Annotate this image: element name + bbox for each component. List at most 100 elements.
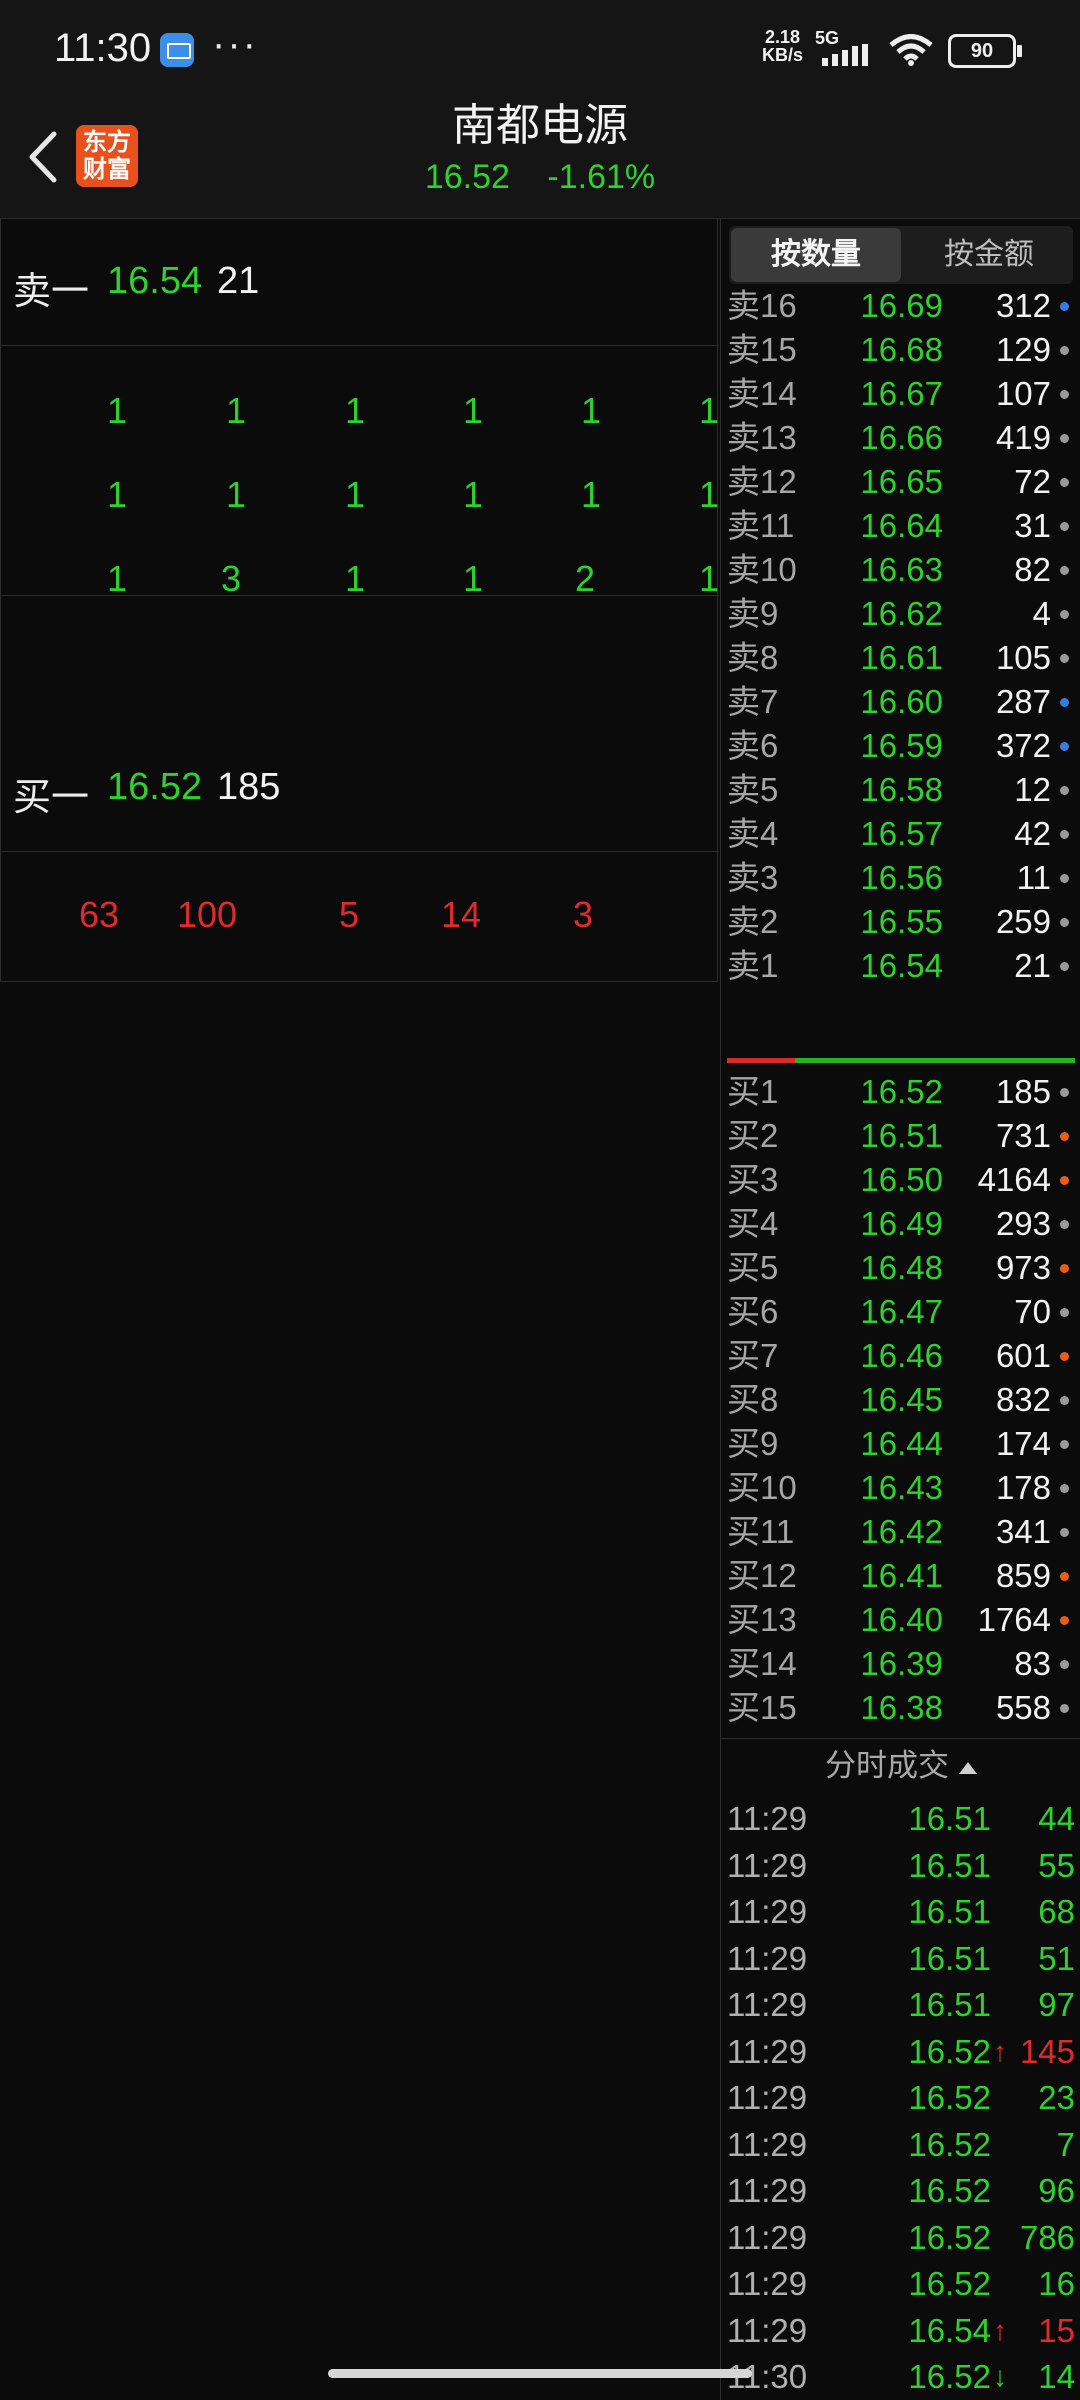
level-volume: 72 [1014, 463, 1051, 500]
bid-row[interactable]: 买13 16.40 1764 [721, 1598, 1080, 1642]
level-volume: 601 [995, 1337, 1051, 1374]
order-marker-dot [1060, 566, 1069, 575]
level-volume: 731 [995, 1117, 1051, 1154]
order-marker-dot [1060, 1308, 1069, 1317]
bid-row[interactable]: 买9 16.44 174 [721, 1422, 1080, 1466]
level-volume: 889 [996, 1730, 1051, 1733]
order-marker-dot [1060, 302, 1069, 311]
wifi-icon [889, 34, 933, 66]
level-price: 16.62 [860, 595, 943, 632]
order-marker-dot [1060, 1220, 1069, 1229]
bid-row[interactable]: 买10 16.43 178 [721, 1466, 1080, 1510]
order-marker-dot [1060, 874, 1069, 883]
ask-row[interactable]: 卖8 16.61 105 [721, 636, 1080, 680]
bid-row[interactable]: 买11 16.42 341 [721, 1510, 1080, 1554]
battery-icon: 90 [948, 34, 1022, 68]
ask-row[interactable]: 卖12 16.65 72 [721, 460, 1080, 504]
trade-time: 11:29 [727, 2032, 808, 2070]
depth-panel: 按数量 按金额 卖16 16.69 312 卖15 16.68 129 卖14 16.67 10… [720, 218, 1080, 2400]
ask-row[interactable]: 卖15 16.68 129 [721, 328, 1080, 372]
level-label: 买13 [727, 1601, 797, 1638]
bid-row[interactable]: 买4 16.49 293 [721, 1202, 1080, 1246]
ask-row[interactable]: 卖2 16.55 259 [721, 900, 1080, 944]
bid-row[interactable]: 买1 16.52 185 [721, 1070, 1080, 1114]
order-marker-dot [1060, 830, 1069, 839]
level-label: 买1 [727, 1073, 779, 1110]
bid-row[interactable]: 买12 16.41 859 [721, 1554, 1080, 1598]
level-price: 16.51 [860, 1117, 943, 1154]
order-marker-dot [1060, 918, 1069, 927]
ask-row[interactable]: 卖3 16.56 11 [721, 856, 1080, 900]
order-marker-dot [1060, 1440, 1069, 1449]
home-indicator[interactable] [328, 2369, 752, 2378]
buy1-row[interactable]: 买一 16.52 185 [1, 724, 719, 852]
trade-row: 11:30 16.52 ↓ 14 [721, 2354, 1080, 2400]
tab-by-quantity[interactable]: 按数量 [731, 228, 901, 282]
sell1-row[interactable]: 卖一 16.54 21 [1, 218, 719, 346]
ask-row[interactable]: 卖6 16.59 372 [721, 724, 1080, 768]
bid-row[interactable]: 买3 16.50 4164 [721, 1158, 1080, 1202]
ask-row[interactable]: 卖13 16.66 419 [721, 416, 1080, 460]
level-volume: 1764 [977, 1601, 1051, 1638]
queue-order: 3 [573, 894, 594, 935]
trade-row: 11:29 16.51 44 [721, 1796, 1080, 1842]
trade-volume: 23 [1038, 2079, 1075, 2116]
bid-row[interactable]: 买2 16.51 731 [721, 1114, 1080, 1158]
bid-row[interactable]: 买7 16.46 601 [721, 1334, 1080, 1378]
trade-time: 11:29 [727, 2218, 808, 2256]
level-price: 16.43 [860, 1469, 943, 1506]
ask-row[interactable]: 卖16 16.69 312 [721, 284, 1080, 328]
level-volume: 973 [995, 1249, 1051, 1286]
level-price: 16.38 [860, 1689, 943, 1726]
tab-by-amount[interactable]: 按金额 [905, 226, 1073, 284]
order-marker-dot [1060, 1616, 1069, 1625]
level-price: 16.69 [860, 287, 943, 324]
level-label: 卖6 [727, 727, 779, 764]
trade-row: 11:29 16.51 55 [721, 1843, 1080, 1889]
message-app-icon [160, 33, 194, 67]
level-volume: 4 [1032, 595, 1051, 632]
ask-row[interactable]: 卖10 16.63 82 [721, 548, 1080, 592]
bid-row[interactable]: 买8 16.45 832 [721, 1378, 1080, 1422]
ask-row[interactable]: 卖4 16.57 42 [721, 812, 1080, 856]
ask-row[interactable]: 卖7 16.60 287 [721, 680, 1080, 724]
order-queue-panel: 卖一 16.54 21 1 1 1 1 1 1 1 1 1 1 1 1 1 3 … [0, 218, 719, 982]
trade-volume: 145 [1019, 2032, 1075, 2070]
bid-row[interactable]: 买14 16.39 83 [721, 1642, 1080, 1686]
ask-row[interactable]: 卖1 16.54 21 [721, 944, 1080, 988]
trade-row: 11:29 16.52 ↑ 145 [721, 2029, 1080, 2075]
trade-row: 11:29 16.51 51 [721, 1936, 1080, 1982]
trade-volume: 786 [1019, 2218, 1075, 2256]
queue-order: 1 [345, 474, 366, 515]
bid-row[interactable]: 买6 16.47 70 [721, 1290, 1080, 1334]
bid-row[interactable]: 买15 16.38 558 [721, 1686, 1080, 1730]
level-volume: 11 [1016, 859, 1051, 896]
level-volume: 185 [995, 1073, 1051, 1110]
ask-row[interactable]: 卖9 16.62 4 [721, 592, 1080, 636]
bid-row[interactable]: 买16 16.37 889 [721, 1730, 1080, 1733]
tick-trades-header[interactable]: 分时成交 [721, 1738, 1080, 1793]
order-book-list[interactable]: 卖16 16.69 312 卖15 16.68 129 卖14 16.67 107 卖13 16.6… [721, 284, 1080, 1733]
trade-volume: 44 [1038, 1800, 1075, 1837]
level-label: 买7 [727, 1337, 779, 1374]
ask-row[interactable]: 卖11 16.64 31 [721, 504, 1080, 548]
trade-price: 16.51 [908, 1846, 991, 1884]
level-label: 卖1 [727, 947, 779, 984]
trade-time: 11:29 [727, 2079, 808, 2116]
level-label: 买12 [727, 1557, 797, 1594]
trade-time: 11:29 [727, 1986, 808, 2023]
level-price: 16.39 [860, 1645, 943, 1682]
trade-price: 16.51 [908, 1800, 991, 1837]
level-label: 卖5 [727, 771, 779, 808]
stock-quote: 16.52 -1.61% [0, 158, 1080, 197]
level-label: 买5 [727, 1249, 779, 1286]
queue-order: 1 [226, 390, 247, 431]
level-price: 16.58 [860, 771, 943, 808]
trade-direction-arrow: ↑ [993, 2314, 1007, 2346]
trade-time: 11:29 [727, 2172, 808, 2209]
bid-row[interactable]: 买5 16.48 973 [721, 1246, 1080, 1290]
ask-row[interactable]: 卖5 16.58 12 [721, 768, 1080, 812]
level-price: 16.41 [860, 1557, 943, 1594]
trade-price: 16.52 [908, 2079, 991, 2116]
ask-row[interactable]: 卖14 16.67 107 [721, 372, 1080, 416]
